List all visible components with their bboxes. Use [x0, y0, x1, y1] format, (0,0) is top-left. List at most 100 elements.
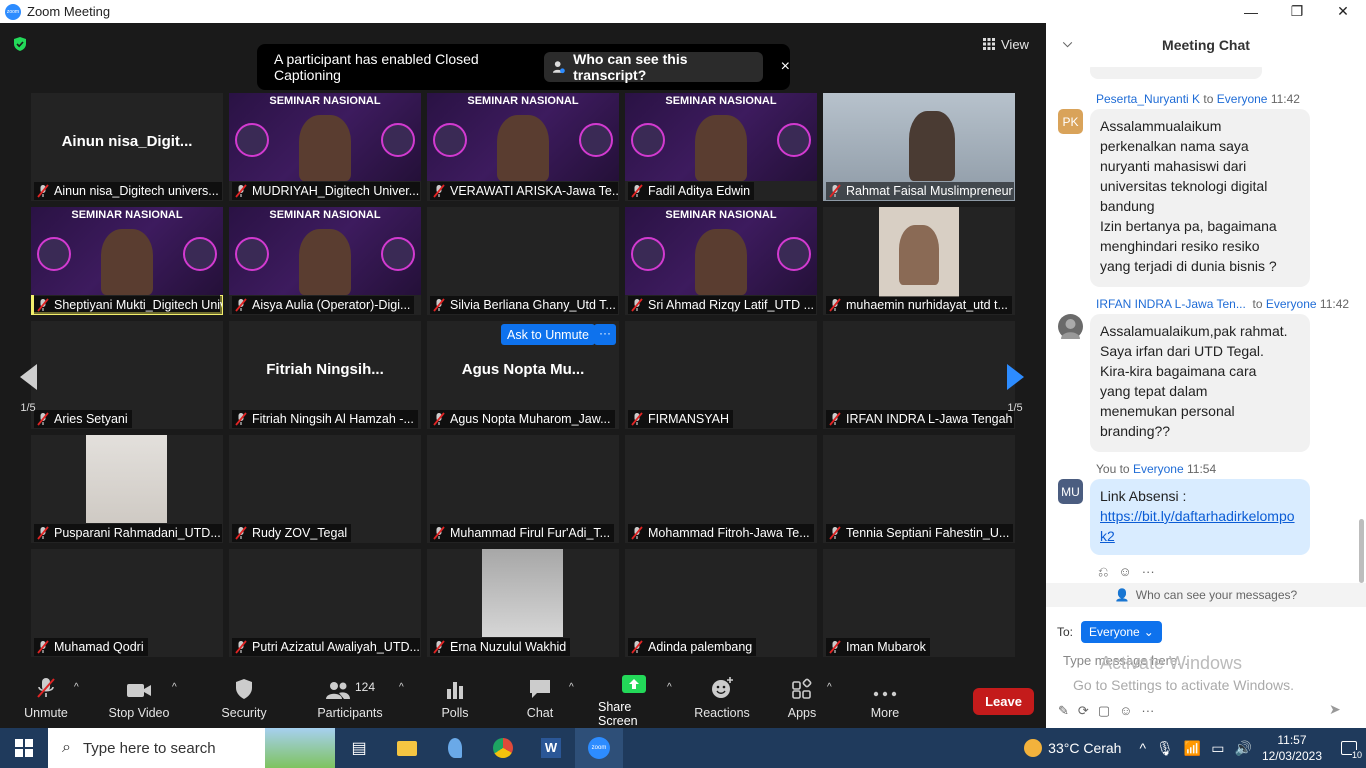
network-icon[interactable]: 📶 — [1184, 740, 1201, 757]
next-page-button[interactable]: 1/5 — [995, 330, 1035, 420]
security-label: Security — [221, 706, 267, 720]
participant-tile[interactable]: SEMINAR NASIONAL Aisya Aulia (Operator)-D… — [229, 207, 421, 315]
message-recipient[interactable]: Everyone — [1266, 297, 1317, 311]
participant-tile[interactable]: SEMINAR NASIONAL Sheptiyani Mukti_Digitec… — [31, 207, 223, 315]
message-recipient[interactable]: Everyone — [1133, 462, 1184, 476]
add-reaction-icon[interactable]: ☺ — [1118, 564, 1131, 580]
message-sender[interactable]: Peserta_Nuryanti K — [1096, 92, 1200, 106]
participant-name-tag: FIRMANSYAH — [628, 410, 734, 428]
word-icon[interactable]: W — [527, 728, 575, 768]
leave-button[interactable]: Leave — [973, 688, 1034, 715]
chat-scrollbar[interactable] — [1359, 67, 1364, 587]
chevron-down-icon[interactable]: ⌵ — [1063, 36, 1072, 51]
mic-tray-icon[interactable]: 🎙 — [1156, 740, 1174, 757]
participant-tile[interactable]: muhaemin nurhidayat_utd t... — [823, 207, 1015, 315]
participant-tile[interactable]: Silvia Berliana Ghany_Utd T... — [427, 207, 619, 315]
zoom-taskbar-icon[interactable]: zoom — [575, 728, 623, 768]
zoom-app: zoom Zoom Meeting — ❐ ✕ View A participa… — [0, 0, 1366, 768]
participant-name: Pusparani Rahmadani_UTD... — [54, 526, 221, 540]
previous-page-button[interactable]: 1/5 — [8, 330, 48, 420]
participant-tile[interactable]: Adinda palembang — [625, 549, 817, 657]
clock[interactable]: 11:57 12/03/2023 — [1262, 732, 1322, 764]
polls-button[interactable]: Polls — [440, 668, 470, 728]
participant-tile[interactable]: Aries Setyani — [31, 321, 223, 429]
scrollbar-thumb[interactable] — [1359, 519, 1364, 583]
stop-video-button[interactable]: Stop Video — [108, 668, 170, 728]
participant-tile[interactable]: SEMINAR NASIONAL Fadil Aditya Edwin — [625, 93, 817, 201]
emoji-icon[interactable]: ☺ — [1119, 703, 1132, 719]
unmute-button[interactable]: Unmute — [22, 668, 70, 728]
participant-tile[interactable]: Pusparani Rahmadani_UTD... — [31, 435, 223, 543]
recipient-dropdown[interactable]: Everyone ⌄ — [1081, 621, 1162, 643]
speaker-photo — [235, 237, 269, 271]
more-tools-icon[interactable]: ··· — [1141, 703, 1154, 719]
attendance-link[interactable]: https://bit.ly/daftarhadirkelompok2 — [1100, 508, 1295, 544]
send-icon[interactable]: ➤ — [1329, 701, 1341, 718]
participant-tile[interactable]: Muhamad Qodri — [31, 549, 223, 657]
participant-tile[interactable]: Mohammad Fitroh-Jawa Te... — [625, 435, 817, 543]
microphone-muted-icon — [631, 640, 643, 654]
shield-icon[interactable] — [12, 36, 28, 52]
security-button[interactable]: Security — [221, 668, 267, 728]
who-can-see-transcript-button[interactable]: Who can see this transcript? — [543, 51, 763, 83]
participant-tile[interactable]: SEMINAR NASIONAL Sri Ahmad Rizqy Latif_UT… — [625, 207, 817, 315]
share-caret-icon[interactable]: ^ — [667, 682, 672, 693]
message-sender[interactable]: IRFAN INDRA L-Jawa Ten... — [1096, 297, 1246, 311]
maximize-button[interactable]: ❐ — [1274, 0, 1320, 23]
user-photo-icon — [1061, 319, 1080, 339]
more-button[interactable]: More — [868, 668, 902, 728]
participant-tile[interactable]: FIRMANSYAH — [625, 321, 817, 429]
windows-taskbar: ⌕ Type here to search ▤ W zoom 33°C Cera… — [0, 728, 1366, 768]
app-feather-icon[interactable] — [431, 728, 479, 768]
chat-caret-icon[interactable]: ^ — [569, 682, 574, 693]
arrow-right-icon — [1006, 364, 1024, 390]
participant-tile[interactable]: IRFAN INDRA L-Jawa Tengah — [823, 321, 1015, 429]
close-window-button[interactable]: ✕ — [1320, 0, 1366, 23]
participant-tile[interactable]: Tennia Septiani Fahestin_U... — [823, 435, 1015, 543]
participants-caret-icon[interactable]: ^ — [399, 682, 404, 693]
apps-caret-icon[interactable]: ^ — [827, 682, 832, 693]
show-hidden-icons[interactable]: ^ — [1139, 740, 1146, 756]
audio-options-caret-icon[interactable]: ^ — [74, 682, 79, 693]
participant-tile[interactable]: Muhammad Firul Fur'Adi_T... — [427, 435, 619, 543]
reactions-smiley-icon — [712, 677, 733, 698]
participant-tile[interactable]: Rudy ZOV_Tegal — [229, 435, 421, 543]
more-actions-icon[interactable]: ··· — [1142, 564, 1155, 580]
participants-button[interactable]: 124 Participants — [317, 668, 382, 728]
participant-tile[interactable]: Fitriah Ningsih... Fitriah Ningsih Al Ham… — [229, 321, 421, 429]
participant-tile[interactable]: Erna Nuzulul Wakhid — [427, 549, 619, 657]
message-recipient[interactable]: Everyone — [1217, 92, 1268, 106]
video-options-caret-icon[interactable]: ^ — [172, 682, 177, 693]
participant-tile[interactable]: SEMINAR NASIONAL VERAWATI ARISKA-Jawa Te.… — [427, 93, 619, 201]
weather-text[interactable]: 33°C Cerah — [1048, 740, 1121, 756]
share-screen-button[interactable]: Share Screen — [598, 668, 670, 728]
participant-tile[interactable]: SEMINAR NASIONAL MUDRIYAH_Digitech Univer… — [229, 93, 421, 201]
screenshot-icon[interactable]: ⟳ — [1078, 703, 1089, 719]
participant-tile[interactable]: Ainun nisa_Digit... Ainun nisa_Digitech u… — [31, 93, 223, 201]
file-icon[interactable]: ▢ — [1098, 703, 1110, 719]
view-button[interactable]: View — [983, 33, 1029, 55]
who-can-see-messages[interactable]: 👤 Who can see your messages? — [1046, 583, 1366, 607]
participant-tile[interactable]: Iman Mubarok — [823, 549, 1015, 657]
ask-to-unmute-button[interactable]: Ask to Unmute — [501, 324, 595, 345]
participant-name: Silvia Berliana Ghany_Utd T... — [450, 298, 616, 312]
task-view-icon[interactable]: ▤ — [335, 728, 383, 768]
apps-button[interactable]: Apps — [786, 668, 818, 728]
notifications-button[interactable]: 10 — [1332, 728, 1366, 768]
tile-more-options-button[interactable]: ··· — [594, 324, 616, 345]
close-caption-banner-button[interactable]: × — [781, 58, 790, 76]
start-button[interactable] — [0, 728, 48, 768]
volume-icon[interactable]: 🔊 — [1235, 740, 1252, 757]
participant-tile[interactable]: Rahmat Faisal Muslimpreneur — [823, 93, 1015, 201]
taskbar-search-box[interactable]: ⌕ Type here to search — [48, 728, 335, 768]
participant-tile[interactable]: Putri Azizatul Awaliyah_UTD... — [229, 549, 421, 657]
reactions-button[interactable]: Reactions — [694, 668, 750, 728]
chat-button[interactable]: Chat — [525, 668, 555, 728]
minimize-button[interactable]: — — [1228, 0, 1274, 23]
format-icon[interactable]: ✎ — [1058, 703, 1069, 719]
participant-name: FIRMANSYAH — [648, 412, 730, 426]
reply-icon[interactable]: ⎌ — [1098, 564, 1108, 580]
battery-icon[interactable]: ▭ — [1211, 740, 1224, 757]
chrome-icon[interactable] — [479, 728, 527, 768]
file-explorer-icon[interactable] — [383, 728, 431, 768]
